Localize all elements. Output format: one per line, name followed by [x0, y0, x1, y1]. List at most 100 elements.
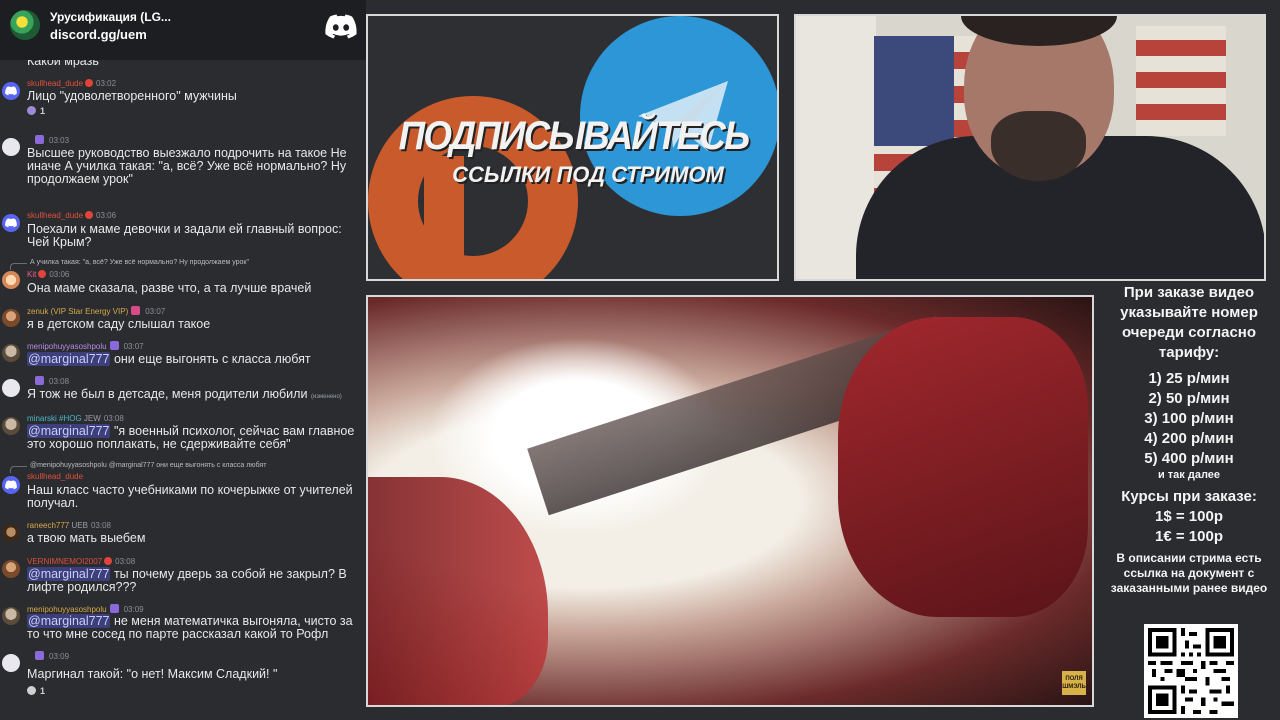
avatar — [2, 560, 20, 578]
rate-eur: 1€ = 100р — [1155, 528, 1223, 545]
avatar — [2, 138, 20, 156]
subscribe-heading: ПОДПИСЫВАЙТЕСЬ — [398, 114, 750, 158]
message-text: @marginal777 ты почему дверь за собой не… — [27, 567, 365, 594]
message-list: Какой мразь skullhead_dude 03:02 Лицо "уд… — [0, 50, 366, 720]
message-text: Она маме сказала, разве что, а та лучше … — [27, 281, 312, 295]
avatar — [2, 82, 20, 100]
username[interactable]: Kit — [27, 270, 36, 279]
avatar — [2, 607, 20, 625]
reply-preview[interactable]: @menipohuyyasoshpolu @marginal777 они ещ… — [9, 462, 266, 473]
reaction[interactable]: 1 — [27, 106, 45, 116]
message-meta: menipohuyyasoshpolu 03:07 — [27, 341, 144, 351]
channel-watermark: ПОЛЯ ШМЭЛЬ — [1062, 671, 1086, 695]
message-meta: zenuk (VIP Star Energy VIP) 03:07 — [27, 306, 165, 316]
order-info: При заказе видео указывайте номер очеред… — [1098, 283, 1280, 596]
timestamp: 03:02 — [96, 79, 117, 88]
avatar — [2, 654, 20, 672]
server-title: Урусификация (LG... — [50, 10, 171, 24]
role-icon — [35, 376, 44, 385]
message-meta: menipohuyyasoshpolu 03:09 — [27, 604, 144, 614]
timestamp: 03:08 — [115, 557, 136, 566]
message-meta: raneech777 UEB 03:08 — [27, 521, 111, 530]
emoji-icon — [27, 106, 36, 115]
order-heading: При заказе видео указывайте номер очеред… — [1120, 284, 1258, 361]
user-mention[interactable]: @marginal777 — [27, 614, 111, 628]
edited-label: (изменено) — [310, 394, 342, 400]
qr-code[interactable] — [1144, 624, 1238, 718]
tier-1: 1) 25 р/мин — [1148, 370, 1230, 387]
message-meta: skullhead_dude 03:06 — [27, 211, 116, 220]
username[interactable]: skullhead_dude — [27, 472, 83, 481]
message-text: а твою мать выебем — [27, 531, 146, 545]
discord-avatar-icon — [5, 218, 17, 228]
username[interactable]: skullhead_dude — [27, 211, 83, 220]
flag-stripes-right — [1136, 26, 1226, 136]
username[interactable]: minarski #HOG — [27, 414, 82, 423]
discord-logo-icon — [325, 14, 357, 39]
emoji-icon — [27, 686, 36, 695]
username[interactable]: skullhead_dude — [27, 79, 83, 88]
discord-avatar-icon — [5, 480, 17, 490]
discord-chat-overlay: Урусификация (LG... discord.gg/uem Какой… — [0, 0, 366, 720]
etc-label: и так далее — [1157, 469, 1221, 481]
badge-icon — [85, 79, 94, 87]
message-text: Лицо "удоволетворенного" мужчины — [27, 89, 237, 103]
reaction-count: 1 — [40, 686, 46, 696]
rate-usd: 1$ = 100р — [1155, 508, 1223, 525]
message-body: они еще выгонять с класса любят — [110, 352, 311, 366]
chat-header: Урусификация (LG... discord.gg/uem — [0, 0, 366, 60]
message-text: Наш класс часто учебниками по кочерыжке … — [27, 483, 353, 510]
message-meta: minarski #HOG JEW 03:08 — [27, 414, 124, 423]
reply-preview[interactable]: А училка такая: "а, всё? Уже всё нормаль… — [10, 259, 249, 270]
role-icon — [109, 341, 119, 350]
username[interactable]: raneech777 — [27, 521, 69, 530]
role-icon — [35, 651, 44, 660]
subscribe-banner: ПОДПИСЫВАЙТЕСЬ ССЫЛКИ ПОД СТРИМОМ — [366, 14, 779, 281]
message-text: @marginal777 они еще выгонять с класса л… — [27, 352, 365, 366]
tier-4: 4) 200 р/мин — [1144, 430, 1234, 447]
user-mention[interactable]: @marginal777 — [27, 352, 111, 366]
username[interactable]: zenuk (VIP Star Energy VIP) — [27, 307, 128, 316]
timestamp: 03:08 — [90, 521, 111, 530]
timestamp: 03:06 — [96, 211, 117, 220]
message-meta: skullhead_dude 03:02 — [27, 79, 116, 88]
avatar — [2, 524, 20, 542]
timestamp: 03:09 — [49, 652, 70, 661]
server-icon — [10, 10, 40, 40]
rates-title: Курсы при заказе: — [1121, 488, 1257, 505]
message-meta: skullhead_dude — [27, 472, 83, 481]
message-text: Маргинал такой: "о нет! Максим Сладкий! … — [27, 667, 278, 681]
server-invite-link[interactable]: discord.gg/uem — [50, 27, 147, 42]
timestamp: 03:03 — [49, 136, 70, 145]
timestamp: 03:07 — [123, 342, 144, 351]
message-text: я в детском саду слышал такое — [27, 317, 211, 331]
username[interactable]: menipohuyyasoshpolu — [27, 605, 107, 614]
tier-3: 3) 100 р/мин — [1144, 410, 1234, 427]
timestamp: 03:07 — [145, 307, 166, 316]
message-meta: 03:09 — [27, 651, 69, 661]
username[interactable]: menipohuyyasoshpolu — [27, 342, 107, 351]
badge-icon — [104, 557, 113, 565]
message-text: Поехали к маме девочки и задали ей главн… — [27, 222, 342, 249]
tier-2: 2) 50 р/мин — [1148, 390, 1230, 407]
flag-canton — [874, 36, 954, 146]
tier-5: 5) 400 р/мин — [1144, 450, 1234, 467]
message-body: Я тож не был в детсаде, меня родители лю… — [27, 387, 308, 401]
timestamp: 03:08 — [49, 377, 70, 386]
user-mention[interactable]: @marginal777 — [27, 567, 111, 581]
user-mention[interactable]: @marginal777 — [27, 424, 111, 438]
avatar — [2, 476, 20, 494]
role-icon — [109, 604, 119, 613]
streamer-beard — [991, 111, 1086, 181]
avatar — [2, 417, 20, 435]
avatar — [2, 214, 20, 232]
reaction-count: 1 — [40, 106, 46, 116]
webcam-feed — [794, 14, 1266, 281]
username[interactable]: VERNIMNEMOI2007 — [27, 557, 102, 566]
qr-code-icon — [1148, 628, 1234, 714]
reaction[interactable]: 1 — [27, 686, 45, 696]
timestamp: 03:08 — [103, 414, 124, 423]
video-player[interactable]: ПОЛЯ ШМЭЛЬ — [366, 295, 1094, 707]
role-icon — [131, 306, 141, 315]
role-tag: UEB — [71, 521, 88, 530]
